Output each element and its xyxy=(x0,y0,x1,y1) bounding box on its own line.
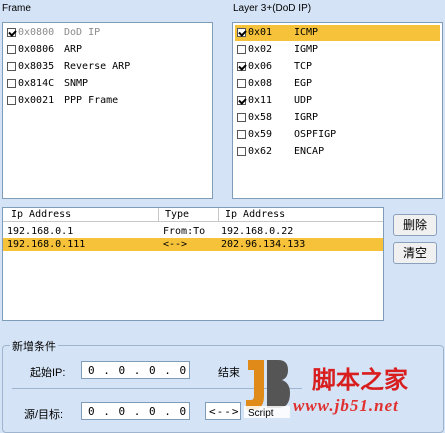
ip-address-table[interactable]: Ip Address Type Ip Address 192.168.0.1 Fr… xyxy=(2,207,384,321)
protocol-code: 0x11 xyxy=(248,95,273,106)
protocol-code: 0x814C xyxy=(18,78,55,89)
checkbox[interactable] xyxy=(237,112,246,122)
column-header-ip1[interactable]: Ip Address xyxy=(3,208,158,222)
protocol-name: Reverse ARP xyxy=(64,61,131,72)
delete-button[interactable]: 删除 xyxy=(393,214,437,236)
cell-ip2: 192.168.0.22 xyxy=(221,226,294,237)
layer3-protocol-item[interactable]: 0x08 EGP xyxy=(237,76,312,92)
checkbox[interactable] xyxy=(7,78,16,88)
protocol-code: 0x06 xyxy=(248,61,273,72)
checkbox[interactable] xyxy=(237,129,246,139)
frame-title: Frame xyxy=(2,3,31,14)
site-url: www.jb51.net xyxy=(293,396,399,415)
protocol-name: PPP Frame xyxy=(64,95,119,106)
frame-protocol-item[interactable]: 0x0800 DoD IP xyxy=(7,25,100,41)
frame-protocol-item[interactable]: 0x0806 ARP xyxy=(7,42,82,58)
checkbox[interactable] xyxy=(7,27,16,37)
protocol-code: 0x08 xyxy=(248,78,273,89)
protocol-code: 0x59 xyxy=(248,129,273,140)
protocol-name: ICMP xyxy=(294,27,319,38)
clear-button[interactable]: 清空 xyxy=(393,242,437,264)
checkbox[interactable] xyxy=(237,78,246,88)
protocol-code: 0x58 xyxy=(248,112,273,123)
cell-ip2: 202.96.134.133 xyxy=(221,239,306,250)
layer3-protocol-list[interactable]: 0x01 ICMP 0x02 IGMP 0x06 TCP 0x08 EGP 0x11 UDP 0x5… xyxy=(232,22,443,199)
frame-protocol-list[interactable]: 0x0800 DoD IP 0x0806 ARP 0x8035 Reverse ARP 0x… xyxy=(2,22,213,199)
start-ip-input[interactable]: 0 . 0 . 0 . 0 xyxy=(81,361,190,379)
layer3-protocol-item[interactable]: 0x02 IGMP xyxy=(237,42,318,58)
layer3-protocol-item[interactable]: 0x58 IGRP xyxy=(237,110,318,126)
protocol-name: IGMP xyxy=(294,44,319,55)
checkbox[interactable] xyxy=(7,61,16,71)
table-row[interactable]: 192.168.0.1 From:To 192.168.0.22 xyxy=(3,225,383,238)
cell-ip1: 192.168.0.111 xyxy=(7,239,86,250)
protocol-code: 0x8035 xyxy=(18,61,55,72)
layer3-protocol-item[interactable]: 0x11 UDP xyxy=(237,93,312,109)
protocol-name: ENCAP xyxy=(294,146,325,157)
protocol-code: 0x0021 xyxy=(18,95,55,106)
layer3-protocol-item[interactable]: 0x62 ENCAP xyxy=(237,144,324,160)
protocol-code: 0x01 xyxy=(248,27,273,38)
protocol-code: 0x02 xyxy=(248,44,273,55)
checkbox[interactable] xyxy=(237,44,246,54)
protocol-name: IGRP xyxy=(294,112,319,123)
protocol-name: DoD IP xyxy=(64,27,101,38)
layer3-protocol-item[interactable]: 0x06 TCP xyxy=(237,59,312,75)
site-name: 脚本之家 xyxy=(312,367,408,394)
checkbox[interactable] xyxy=(237,95,246,105)
frame-protocol-item[interactable]: 0x814C SNMP xyxy=(7,76,88,92)
frame-protocol-item[interactable]: 0x8035 Reverse ARP xyxy=(7,59,130,75)
logo-script-text: Script xyxy=(248,408,274,419)
protocol-name: OSPFIGP xyxy=(294,129,337,140)
protocol-code: 0x0806 xyxy=(18,44,55,55)
cell-type: <--> xyxy=(163,239,188,250)
checkbox[interactable] xyxy=(237,146,246,156)
direction-select[interactable]: <--> xyxy=(205,402,241,420)
frame-protocol-item[interactable]: 0x0021 PPP Frame xyxy=(7,93,118,109)
protocol-name: UDP xyxy=(294,95,313,106)
checkbox[interactable] xyxy=(237,61,246,71)
checkbox[interactable] xyxy=(7,95,16,105)
new-condition-title: 新增条件 xyxy=(10,338,58,354)
protocol-name: TCP xyxy=(294,61,313,72)
protocol-name: SNMP xyxy=(64,78,89,89)
protocol-name: ARP xyxy=(64,44,83,55)
layer3-protocol-item[interactable]: 0x01 ICMP xyxy=(235,25,440,41)
layer3-title: Layer 3+(DoD IP) xyxy=(233,3,312,14)
protocol-name: EGP xyxy=(294,78,313,89)
cell-type: From:To xyxy=(163,226,206,237)
column-header-type[interactable]: Type xyxy=(158,208,218,222)
protocol-code: 0x0800 xyxy=(18,27,55,38)
protocol-code: 0x62 xyxy=(248,146,273,157)
checkbox[interactable] xyxy=(7,44,16,54)
start-ip-label: 起始IP: xyxy=(30,367,66,379)
checkbox[interactable] xyxy=(237,27,246,37)
jb51-logo: Script xyxy=(242,356,292,419)
layer3-protocol-item[interactable]: 0x59 OSPFIGP xyxy=(237,127,336,143)
cell-ip1: 192.168.0.1 xyxy=(7,226,74,237)
src-dst-ip-input[interactable]: 0 . 0 . 0 . 0 xyxy=(81,402,190,420)
column-header-ip2[interactable]: Ip Address xyxy=(218,208,383,222)
src-dst-label: 源/目标: xyxy=(24,409,64,421)
table-row[interactable]: 192.168.0.111 <--> 202.96.134.133 xyxy=(3,238,383,251)
end-ip-label: 结束 xyxy=(218,367,240,379)
